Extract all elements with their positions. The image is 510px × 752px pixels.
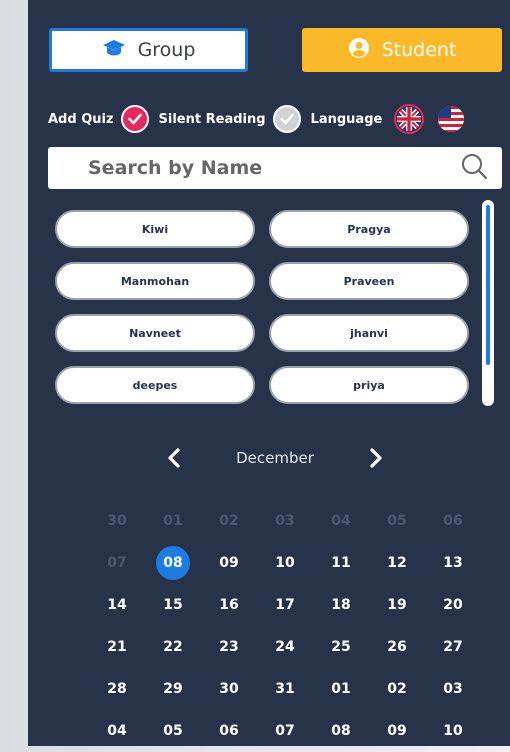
calendar-day[interactable]: 23: [201, 626, 257, 668]
calendar-day[interactable]: 10: [257, 542, 313, 584]
calendar-day[interactable]: 06: [425, 500, 481, 542]
student-pill[interactable]: Navneet: [55, 314, 255, 352]
add-quiz-checkbox[interactable]: [120, 105, 149, 133]
calendar-day[interactable]: 03: [257, 500, 313, 542]
student-list: Kiwi Pragya Manmohan Praveen Navneet jha…: [55, 210, 471, 404]
calendar-day[interactable]: 12: [369, 542, 425, 584]
calendar-day[interactable]: 09: [201, 542, 257, 584]
calendar-day[interactable]: 22: [145, 626, 201, 668]
language-option-uk[interactable]: [394, 104, 425, 134]
calendar-day[interactable]: 20: [425, 584, 481, 626]
chevron-left-icon: [168, 448, 180, 468]
next-month-button[interactable]: [362, 444, 390, 472]
student-list-scrollbar[interactable]: [482, 200, 494, 406]
calendar-day[interactable]: 29: [145, 668, 201, 710]
calendar-day[interactable]: 28: [89, 668, 145, 710]
calendar-day[interactable]: 30: [201, 668, 257, 710]
month-navigation: December: [160, 440, 390, 476]
calendar-day[interactable]: 21: [89, 626, 145, 668]
calendar-day[interactable]: 25: [313, 626, 369, 668]
calendar-day[interactable]: 13: [425, 542, 481, 584]
us-flag-icon: [438, 106, 465, 132]
uk-flag-icon: [397, 107, 422, 131]
graduation-cap-icon: [102, 39, 126, 62]
calendar-day[interactable]: 01: [313, 668, 369, 710]
calendar-day[interactable]: 17: [257, 584, 313, 626]
student-pill[interactable]: Praveen: [269, 262, 469, 300]
calendar-day[interactable]: 30: [89, 500, 145, 542]
options-row: Add Quiz Silent Reading Language: [48, 102, 504, 136]
calendar-day[interactable]: 15: [145, 584, 201, 626]
student-pill[interactable]: deepes: [55, 366, 255, 404]
check-icon: [127, 113, 142, 125]
calendar-day[interactable]: 19: [369, 584, 425, 626]
calendar-day[interactable]: 11: [313, 542, 369, 584]
check-icon: [279, 113, 294, 125]
calendar-day[interactable]: 02: [369, 668, 425, 710]
add-quiz-label: Add Quiz: [48, 111, 114, 127]
calendar-day[interactable]: 04: [313, 500, 369, 542]
student-pill[interactable]: jhanvi: [269, 314, 469, 352]
silent-reading-label: Silent Reading: [158, 111, 266, 127]
calendar-day[interactable]: 01: [145, 500, 201, 542]
student-pill[interactable]: Manmohan: [55, 262, 255, 300]
chevron-right-icon: [370, 448, 382, 468]
calendar-day-selected[interactable]: 08: [145, 542, 201, 584]
calendar-day[interactable]: 02: [201, 500, 257, 542]
language-option-us[interactable]: [436, 104, 466, 134]
calendar-day[interactable]: 07: [89, 542, 145, 584]
student-pill[interactable]: priya: [269, 366, 469, 404]
search-bar: [48, 147, 502, 189]
student-button-label: Student: [381, 39, 457, 61]
calendar-day[interactable]: 03: [425, 668, 481, 710]
search-icon[interactable]: [460, 152, 488, 184]
calendar-day[interactable]: 14: [89, 584, 145, 626]
user-circle-icon: [348, 37, 370, 64]
calendar-day[interactable]: 05: [369, 500, 425, 542]
calendar-day[interactable]: 18: [313, 584, 369, 626]
student-pill[interactable]: Pragya: [269, 210, 469, 248]
calendar-day[interactable]: 27: [425, 626, 481, 668]
calendar-day[interactable]: 24: [257, 626, 313, 668]
month-label: December: [236, 449, 314, 467]
search-input[interactable]: [86, 156, 460, 180]
student-button[interactable]: Student: [302, 28, 502, 72]
group-button-label: Group: [137, 39, 196, 61]
group-button[interactable]: Group: [49, 28, 248, 72]
prev-month-button[interactable]: [160, 444, 188, 472]
calendar-day[interactable]: 16: [201, 584, 257, 626]
calendar-grid: 30 01 02 03 04 05 06 07 08 09 10 11 12 1…: [89, 500, 481, 752]
scrollbar-thumb[interactable]: [482, 200, 494, 406]
student-pill[interactable]: Kiwi: [55, 210, 255, 248]
calendar-day[interactable]: 26: [369, 626, 425, 668]
language-label: Language: [310, 111, 383, 127]
calendar-day[interactable]: 31: [257, 668, 313, 710]
silent-reading-checkbox[interactable]: [272, 105, 301, 133]
